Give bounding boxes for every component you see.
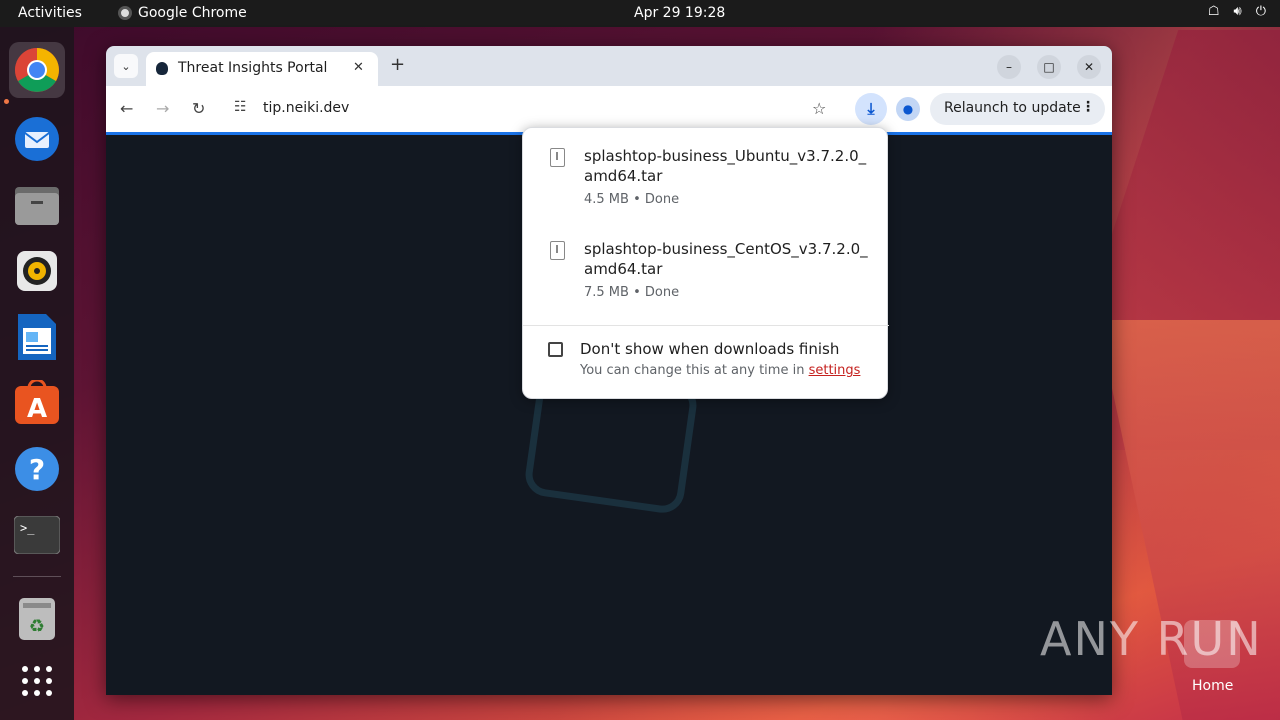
settings-hint: You can change this at any time in setti… bbox=[580, 363, 860, 378]
dock-help[interactable]: ? bbox=[9, 441, 65, 497]
dock-files[interactable] bbox=[9, 177, 65, 233]
top-bar: Activities Google Chrome Apr 29 19:28 ☖ … bbox=[0, 0, 1280, 27]
activities-button[interactable]: Activities bbox=[18, 5, 82, 21]
chrome-small-icon bbox=[118, 6, 132, 20]
file-icon bbox=[550, 148, 565, 167]
maximize-icon: □ bbox=[1043, 60, 1055, 74]
file-icon bbox=[550, 241, 565, 260]
tab-strip: ⌄ Threat Insights Portal ✕ + – □ ✕ bbox=[106, 46, 1112, 86]
site-settings-icon[interactable]: ☷ bbox=[234, 99, 247, 115]
relaunch-label: Relaunch to update bbox=[944, 100, 1081, 116]
dont-show-checkbox[interactable] bbox=[548, 342, 563, 357]
reload-icon[interactable]: ↻ bbox=[192, 99, 205, 118]
home-folder-label[interactable]: Home bbox=[1192, 678, 1233, 694]
dock-app-center[interactable]: A bbox=[9, 375, 65, 431]
download-filename: splashtop-business_CentOS_v3.7.2.0_amd64… bbox=[584, 240, 868, 278]
new-tab-button[interactable]: + bbox=[390, 54, 405, 75]
profile-button[interactable]: ● bbox=[896, 97, 920, 121]
writer-icon bbox=[18, 314, 56, 360]
downloads-bubble: splashtop-business_Ubuntu_v3.7.2.0_amd64… bbox=[522, 127, 889, 399]
dock-terminal[interactable]: >_ bbox=[9, 507, 65, 563]
running-indicator bbox=[4, 99, 9, 104]
tab-threat-insights[interactable]: Threat Insights Portal ✕ bbox=[146, 52, 378, 86]
tab-search-button[interactable]: ⌄ bbox=[114, 54, 138, 78]
home-folder-icon[interactable] bbox=[1184, 620, 1240, 668]
download-filename: splashtop-business_Ubuntu_v3.7.2.0_amd64… bbox=[584, 147, 867, 185]
svg-text:♻: ♻ bbox=[29, 616, 45, 637]
dock: A ? >_ ♻ bbox=[0, 27, 74, 720]
close-icon: ✕ bbox=[1083, 60, 1095, 74]
downloads-button[interactable]: ⤓ bbox=[855, 93, 887, 125]
trash-icon: ♻ bbox=[19, 598, 55, 640]
app-menu[interactable]: Google Chrome bbox=[118, 5, 247, 21]
settings-link[interactable]: settings bbox=[809, 363, 861, 378]
system-tray[interactable]: ☖ 🔊︎ ⏻ bbox=[1208, 4, 1266, 19]
svg-text:?: ? bbox=[29, 453, 45, 486]
more-menu-icon: ⋮ bbox=[1081, 99, 1095, 115]
network-icon: ☖ bbox=[1207, 4, 1220, 19]
window-close-button[interactable]: ✕ bbox=[1077, 55, 1101, 79]
close-icon[interactable]: ✕ bbox=[353, 60, 364, 75]
thunderbird-icon bbox=[15, 117, 59, 161]
help-icon: ? bbox=[15, 447, 59, 491]
dock-thunderbird[interactable] bbox=[9, 111, 65, 167]
minimize-button[interactable]: – bbox=[997, 55, 1021, 79]
terminal-icon: >_ bbox=[14, 516, 60, 554]
clock[interactable]: Apr 29 19:28 bbox=[634, 5, 725, 21]
tab-title: Threat Insights Portal bbox=[178, 60, 328, 76]
app-grid-icon bbox=[22, 666, 52, 696]
back-arrow-icon[interactable]: ← bbox=[120, 99, 133, 118]
app-menu-label: Google Chrome bbox=[138, 5, 247, 21]
minimize-icon: – bbox=[1006, 60, 1012, 74]
show-apps-button[interactable] bbox=[9, 653, 65, 709]
dock-chrome[interactable] bbox=[9, 42, 65, 98]
volume-icon: 🔊︎ bbox=[1233, 4, 1242, 19]
bookmark-star-icon[interactable]: ☆ bbox=[812, 99, 826, 118]
svg-text:A: A bbox=[27, 394, 47, 424]
download-status: 4.5 MB • Done bbox=[584, 192, 680, 207]
browser-toolbar: ← → ↻ ☷ tip.neiki.dev ☆ ⤓ ● Relaunch to … bbox=[106, 86, 1112, 132]
download-item[interactable]: splashtop-business_CentOS_v3.7.2.0_amd64… bbox=[523, 235, 889, 325]
app-center-icon: A bbox=[15, 380, 59, 424]
dock-separator bbox=[13, 576, 61, 577]
svg-text:>_: >_ bbox=[20, 521, 35, 535]
dock-rhythmbox[interactable] bbox=[9, 243, 65, 299]
download-item[interactable]: splashtop-business_Ubuntu_v3.7.2.0_amd64… bbox=[523, 142, 889, 232]
divider bbox=[523, 325, 889, 326]
address-bar[interactable]: tip.neiki.dev bbox=[263, 100, 349, 116]
dock-writer[interactable] bbox=[9, 309, 65, 365]
files-icon bbox=[15, 187, 59, 225]
person-icon: ● bbox=[902, 102, 914, 116]
relaunch-to-update-button[interactable]: Relaunch to update ⋮ bbox=[930, 93, 1105, 125]
dock-trash[interactable]: ♻ bbox=[9, 591, 65, 647]
dont-show-label[interactable]: Don't show when downloads finish bbox=[580, 340, 839, 358]
maximize-button[interactable]: □ bbox=[1037, 55, 1061, 79]
chrome-icon bbox=[15, 48, 59, 92]
download-icon: ⤓ bbox=[867, 99, 875, 118]
favicon-icon bbox=[156, 62, 168, 75]
settings-hint-text: You can change this at any time in bbox=[580, 363, 809, 378]
download-status: 7.5 MB • Done bbox=[584, 285, 680, 300]
power-icon: ⏻ bbox=[1255, 4, 1266, 19]
chevron-down-icon: ⌄ bbox=[121, 59, 131, 73]
rhythmbox-icon bbox=[17, 251, 57, 291]
forward-arrow-icon[interactable]: → bbox=[156, 99, 169, 118]
